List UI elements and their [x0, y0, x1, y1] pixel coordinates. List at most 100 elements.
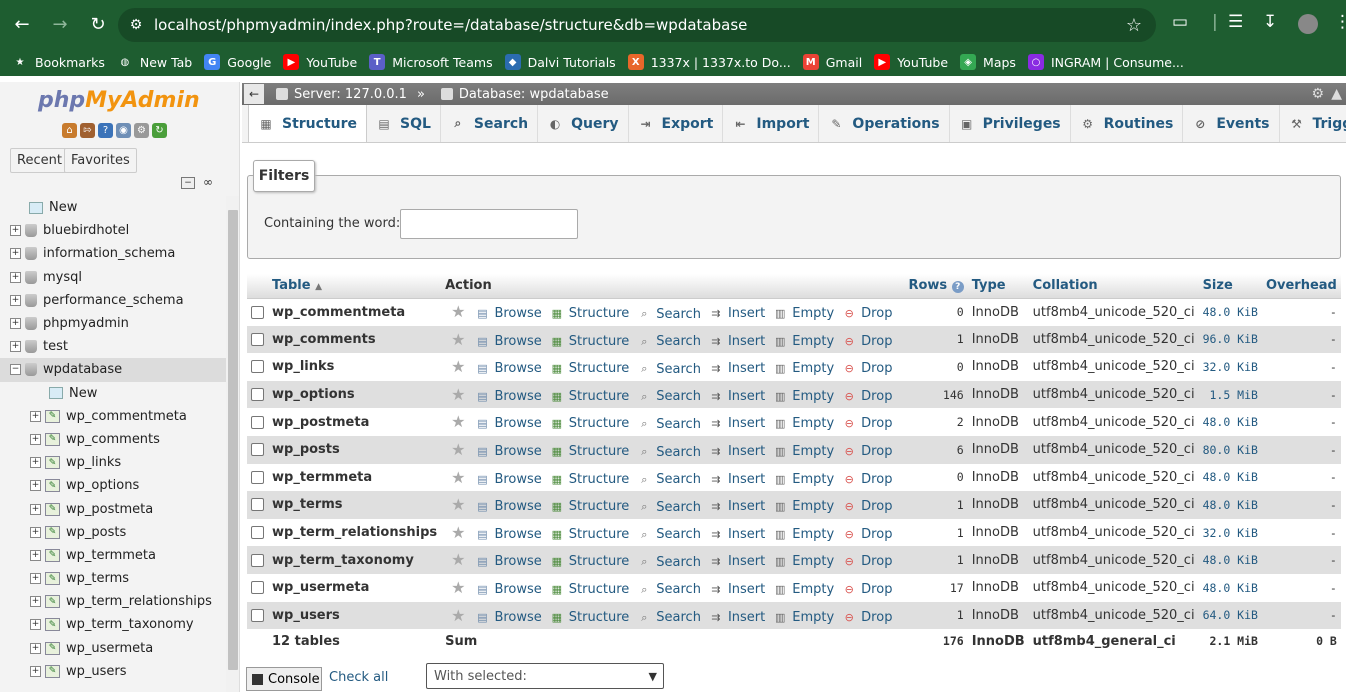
action-empty-link[interactable]: ▥ Empty	[773, 554, 834, 569]
tab-privileges[interactable]: ▣ Privileges	[950, 105, 1071, 142]
action-browse-link[interactable]: ▤ Browse	[475, 306, 542, 321]
action-structure-link[interactable]: ▦ Structure	[550, 499, 630, 514]
tree-item-wp_term_taxonomy[interactable]: + ✎ wp_term_taxonomy	[0, 613, 226, 636]
expand-icon[interactable]: +	[30, 665, 41, 677]
action-insert-link[interactable]: ⇉ Insert	[709, 334, 765, 349]
action-empty-link[interactable]: ▥ Empty	[773, 389, 834, 404]
table-name-link[interactable]: wp_commentmeta	[268, 298, 442, 326]
favorites-button[interactable]: Favorites	[64, 148, 137, 173]
bookmark-item[interactable]: ○ INGRAM | Consume...	[1027, 54, 1184, 70]
phpmyadmin-logo[interactable]: phpMyAdmin	[38, 88, 200, 113]
action-search-link[interactable]: ⌕ Search	[637, 389, 701, 404]
action-structure-link[interactable]: ▦ Structure	[550, 361, 630, 376]
bookmark-item[interactable]: G Google	[204, 54, 271, 70]
sidebar-scrollbar[interactable]	[226, 196, 239, 692]
action-empty-link[interactable]: ▥ Empty	[773, 472, 834, 487]
table-size[interactable]: 96.0 KiB	[1198, 325, 1262, 354]
docs-icon[interactable]: ?	[98, 123, 113, 138]
table-size[interactable]: 48.0 KiB	[1198, 298, 1262, 326]
tab-sql[interactable]: ▤ SQL	[367, 105, 441, 142]
reload-nav-icon[interactable]: ↻	[152, 123, 167, 138]
favorite-star-icon[interactable]: ★	[451, 495, 465, 514]
tree-item-bluebirdhotel[interactable]: + bluebirdhotel	[0, 219, 226, 242]
table-name-link[interactable]: wp_posts	[268, 435, 442, 464]
action-empty-link[interactable]: ▥ Empty	[773, 416, 834, 431]
table-size[interactable]: 48.0 KiB	[1198, 573, 1262, 602]
action-drop-link[interactable]: ⊖ Drop	[842, 334, 893, 349]
action-empty-link[interactable]: ▥ Empty	[773, 306, 834, 321]
action-insert-link[interactable]: ⇉ Insert	[709, 472, 765, 487]
expand-icon[interactable]: +	[30, 503, 41, 515]
action-structure-link[interactable]: ▦ Structure	[550, 334, 630, 349]
action-drop-link[interactable]: ⊖ Drop	[842, 472, 893, 487]
action-structure-link[interactable]: ▦ Structure	[550, 582, 630, 597]
table-name-link[interactable]: wp_options	[268, 380, 442, 409]
action-drop-link[interactable]: ⊖ Drop	[842, 499, 893, 514]
tab-structure[interactable]: ▦ Structure	[248, 105, 368, 142]
action-browse-link[interactable]: ▤ Browse	[475, 610, 542, 625]
action-drop-link[interactable]: ⊖ Drop	[842, 389, 893, 404]
expand-icon[interactable]: +	[30, 596, 41, 608]
action-empty-link[interactable]: ▥ Empty	[773, 499, 834, 514]
action-search-link[interactable]: ⌕ Search	[637, 307, 701, 322]
action-structure-link[interactable]: ▦ Structure	[550, 444, 630, 459]
tab-routines[interactable]: ⚙ Routines	[1071, 105, 1184, 142]
filter-input[interactable]	[400, 209, 578, 239]
action-insert-link[interactable]: ⇉ Insert	[709, 527, 765, 542]
tree-item-wp_options[interactable]: + ✎ wp_options	[0, 474, 226, 497]
table-size[interactable]: 48.0 KiB	[1198, 408, 1262, 436]
table-size[interactable]: 64.0 KiB	[1198, 601, 1262, 630]
expand-icon[interactable]: +	[10, 294, 21, 306]
action-insert-link[interactable]: ⇉ Insert	[709, 554, 765, 569]
action-browse-link[interactable]: ▤ Browse	[475, 444, 542, 459]
action-browse-link[interactable]: ▤ Browse	[475, 334, 542, 349]
scrollbar-thumb[interactable]	[228, 210, 238, 670]
favorite-star-icon[interactable]: ★	[451, 412, 465, 431]
tree-item-wp_commentmeta[interactable]: + ✎ wp_commentmeta	[0, 405, 226, 428]
favorite-star-icon[interactable]: ★	[451, 330, 465, 349]
favorite-star-icon[interactable]: ★	[451, 550, 465, 569]
collapse-all-icon[interactable]: −	[181, 177, 195, 189]
action-drop-link[interactable]: ⊖ Drop	[842, 554, 893, 569]
action-insert-link[interactable]: ⇉ Insert	[709, 416, 765, 431]
action-search-link[interactable]: ⌕ Search	[637, 472, 701, 487]
action-browse-link[interactable]: ▤ Browse	[475, 472, 542, 487]
favorite-star-icon[interactable]: ★	[451, 606, 465, 625]
tree-item-new[interactable]: New	[0, 382, 226, 405]
link-with-main-icon[interactable]: ∞	[201, 176, 215, 189]
action-browse-link[interactable]: ▤ Browse	[475, 554, 542, 569]
table-name-link[interactable]: wp_links	[268, 353, 442, 381]
action-insert-link[interactable]: ⇉ Insert	[709, 361, 765, 376]
table-size[interactable]: 48.0 KiB	[1198, 463, 1262, 492]
action-browse-link[interactable]: ▤ Browse	[475, 499, 542, 514]
breadcrumb-database[interactable]: Database: wpdatabase	[459, 87, 609, 102]
action-insert-link[interactable]: ⇉ Insert	[709, 444, 765, 459]
table-size[interactable]: 32.0 KiB	[1198, 518, 1262, 547]
expand-icon[interactable]: +	[30, 457, 41, 469]
action-search-link[interactable]: ⌕ Search	[637, 555, 701, 570]
action-drop-link[interactable]: ⊖ Drop	[842, 527, 893, 542]
table-name-link[interactable]: wp_usermeta	[268, 573, 442, 602]
row-checkbox[interactable]	[251, 360, 264, 374]
action-search-link[interactable]: ⌕ Search	[637, 334, 701, 349]
header-size[interactable]: Size	[1198, 274, 1262, 299]
media-queue-icon[interactable]: ☰	[1228, 12, 1243, 32]
action-structure-link[interactable]: ▦ Structure	[550, 306, 630, 321]
tree-item-performance_schema[interactable]: + performance_schema	[0, 289, 226, 312]
tree-item-wp_usermeta[interactable]: + ✎ wp_usermeta	[0, 637, 226, 660]
tab-operations[interactable]: ✎ Operations	[819, 105, 950, 142]
table-name-link[interactable]: wp_term_taxonomy	[268, 546, 442, 574]
expand-icon[interactable]: +	[10, 318, 21, 330]
mysql-docs-icon[interactable]: ◉	[116, 123, 131, 138]
table-size[interactable]: 48.0 KiB	[1198, 491, 1262, 519]
row-checkbox[interactable]	[251, 305, 264, 319]
row-checkbox[interactable]	[251, 470, 264, 484]
bookmark-star-icon[interactable]: ☆	[1126, 15, 1142, 36]
bookmark-item[interactable]: ◆ Dalvi Tutorials	[504, 54, 616, 70]
action-insert-link[interactable]: ⇉ Insert	[709, 306, 765, 321]
bookmark-item[interactable]: M Gmail	[802, 54, 862, 70]
bookmark-item[interactable]: ◈ Maps	[960, 54, 1016, 70]
tab-events[interactable]: ⊘ Events	[1183, 105, 1280, 142]
row-checkbox[interactable]	[251, 581, 264, 595]
table-name-link[interactable]: wp_termmeta	[268, 463, 442, 492]
